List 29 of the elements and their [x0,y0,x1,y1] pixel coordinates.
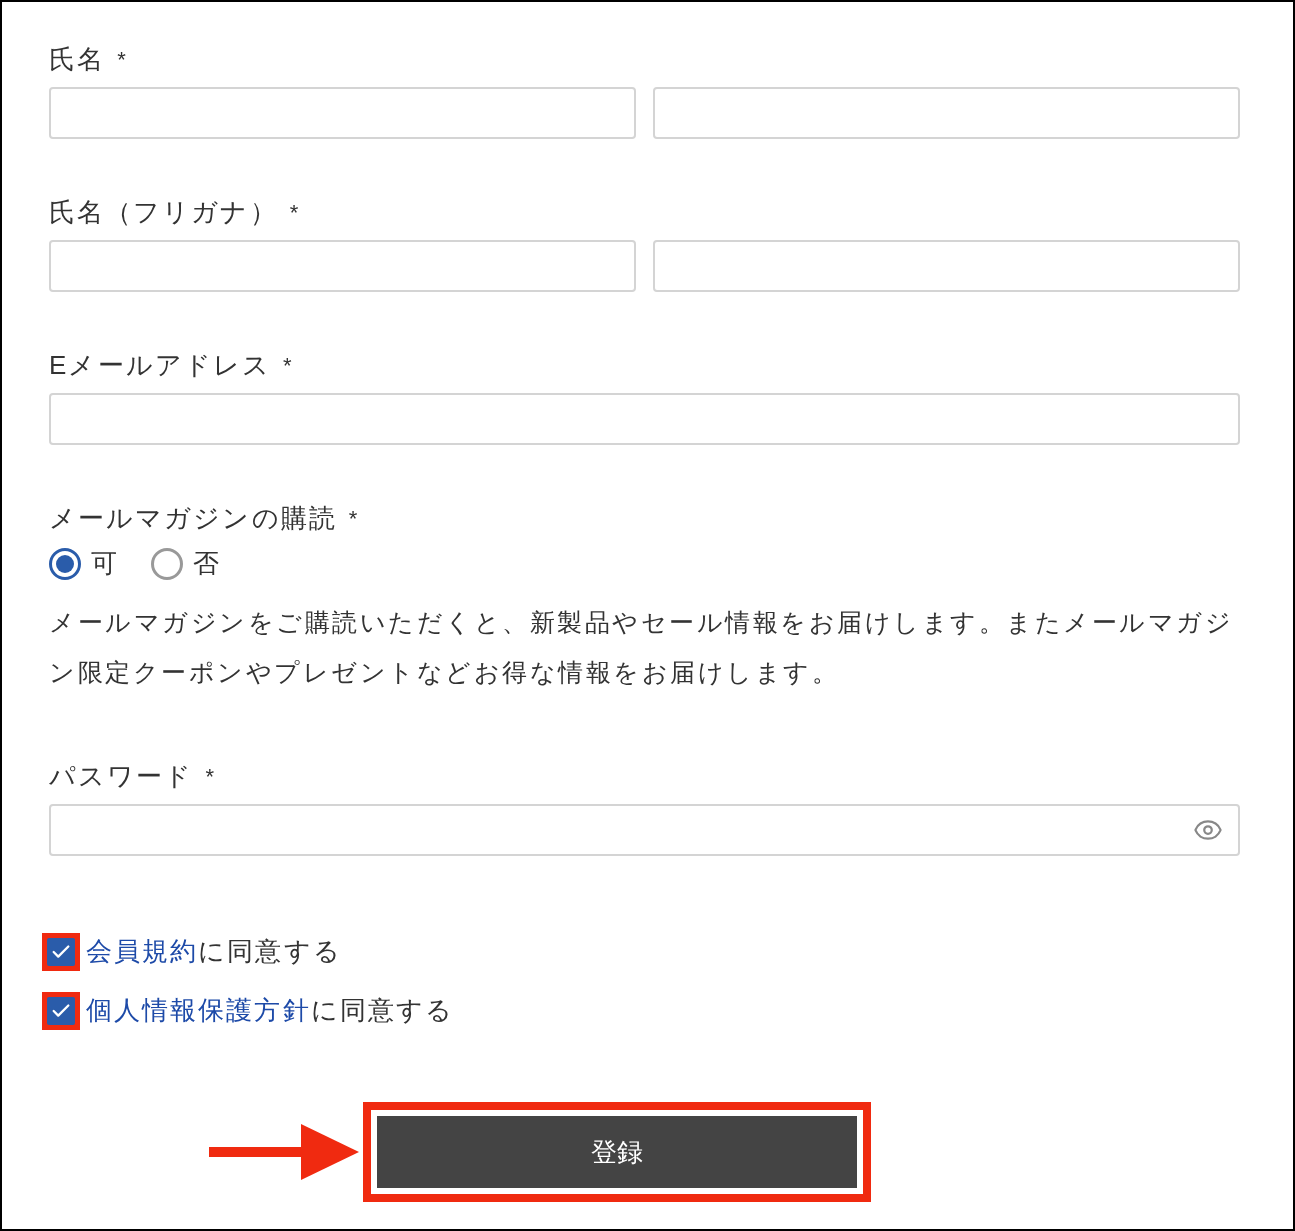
required-mark: * [348,505,358,533]
required-mark: * [205,763,214,791]
required-mark: * [117,46,126,74]
field-label: メールマガジンの購読 [49,502,337,535]
text-field[interactable] [49,393,1240,445]
text-field[interactable] [653,240,1240,292]
terms-link[interactable]: 会員規約 [86,936,199,966]
password-field[interactable] [49,804,1240,856]
agreement-text: 個人情報保護方針に同意する [86,994,455,1027]
agreement-text: 会員規約 に同意する [86,935,342,968]
radio-label: 可 [91,547,117,580]
checkbox[interactable] [42,991,80,1030]
text-field[interactable] [49,240,636,292]
field-label: 氏名（フリガナ） [49,196,278,229]
field-label: パスワード [49,760,194,793]
description-text: メールマガジンをご購読いただくと、新製品やセール情報をお届けします。またメールマガジン限定クーポンやプレゼントなどお得な情報をお届けします。 [49,607,1234,688]
arrow-icon [208,1122,359,1182]
register-button[interactable]: 登録 [376,1116,857,1188]
terms-link[interactable]: 個人情報保護方針 [86,995,311,1025]
radio-label: 否 [193,547,219,580]
required-mark: * [283,352,292,380]
text-field[interactable] [49,87,636,139]
radio-button[interactable] [151,547,183,580]
radio-button[interactable] [49,547,81,580]
text-field[interactable] [653,87,1240,139]
checkbox[interactable] [42,932,80,971]
required-mark: * [289,199,299,227]
field-label: Eメールアドレス [49,349,271,382]
field-label: 氏名 [49,43,106,76]
